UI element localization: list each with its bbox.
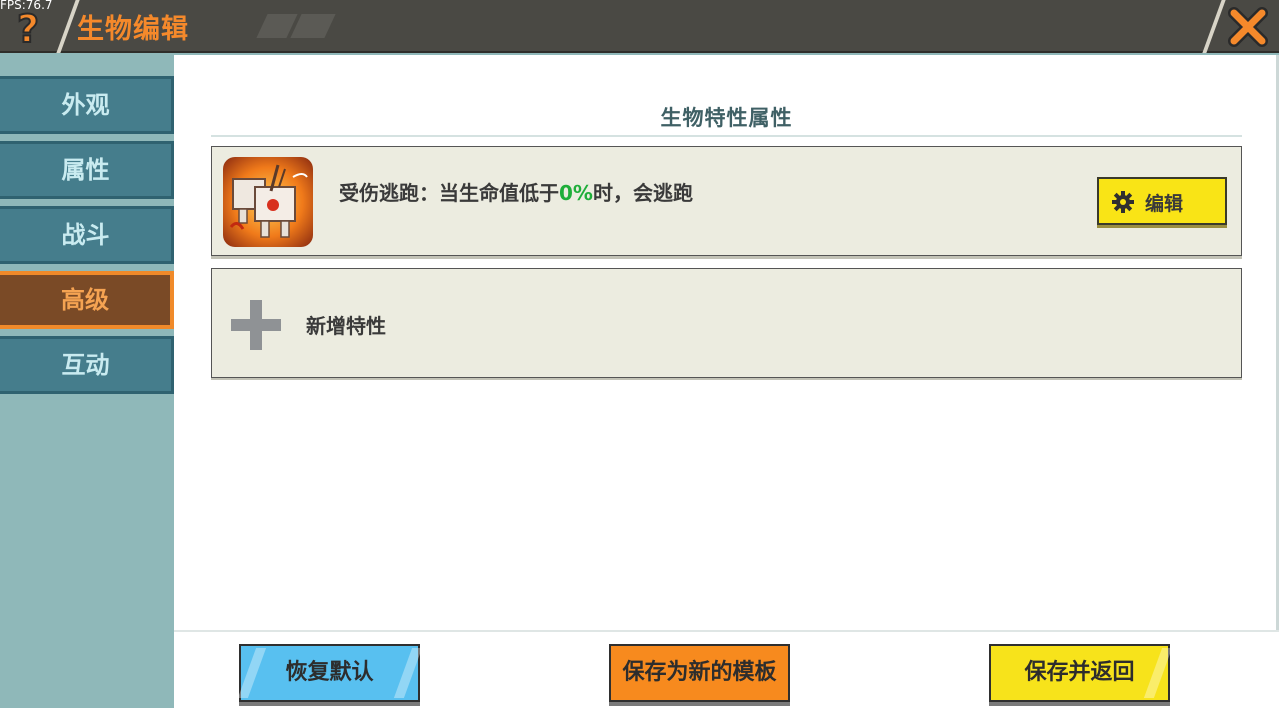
- close-button[interactable]: [1226, 5, 1270, 49]
- sidebar-item-combat[interactable]: 战斗: [0, 206, 174, 264]
- shine: [1143, 648, 1173, 698]
- help-button[interactable]: ?: [8, 6, 48, 52]
- plus-icon: [231, 319, 281, 331]
- page-title: 生物编辑: [77, 14, 189, 45]
- trait-health-threshold: 0%: [559, 181, 593, 205]
- divider: [1202, 0, 1226, 53]
- add-trait-label: 新增特性: [306, 314, 386, 338]
- reset-default-button[interactable]: 恢复默认: [237, 644, 423, 702]
- main-panel: 生物特性属性 受伤逃跑：当生命值低于0%时，会逃跑 编辑 新增特性: [174, 55, 1279, 630]
- trait-description: 受伤逃跑：当生命值低于0%时，会逃跑: [339, 177, 693, 206]
- question-mark-icon: ?: [16, 6, 40, 52]
- decoration: [290, 14, 336, 38]
- title-bar: FPS:76.7 ? 生物编辑: [0, 0, 1279, 53]
- trait-text-prefix: 受伤逃跑：当生命值低于: [339, 181, 559, 205]
- save-as-template-button[interactable]: 保存为新的模板: [609, 644, 790, 702]
- save-as-template-label: 保存为新的模板: [622, 660, 777, 685]
- footer-bar: 恢复默认 保存为新的模板 保存并返回: [174, 630, 1279, 708]
- divider: [211, 135, 1242, 137]
- section-title: 生物特性属性: [660, 106, 793, 130]
- add-trait-button[interactable]: 新增特性: [211, 268, 1242, 378]
- fleeing-creature-icon: [223, 157, 313, 247]
- save-and-return-button[interactable]: 保存并返回: [989, 644, 1173, 702]
- close-icon: [1228, 7, 1268, 47]
- trait-card: 受伤逃跑：当生命值低于0%时，会逃跑 编辑: [211, 146, 1242, 256]
- sidebar-item-appearance[interactable]: 外观: [0, 76, 174, 134]
- fps-counter: FPS:76.7: [0, 0, 53, 12]
- sidebar-item-advanced[interactable]: 高级: [0, 271, 174, 329]
- trait-text-suffix: 时，会逃跑: [592, 181, 693, 205]
- reset-default-label: 恢复默认: [285, 660, 374, 685]
- sidebar-item-attributes[interactable]: 属性: [0, 141, 174, 199]
- edit-button-label: 编辑: [1145, 193, 1184, 215]
- sidebar-item-interaction[interactable]: 互动: [0, 336, 174, 394]
- shine: [393, 648, 423, 698]
- sidebar: 外观 属性 战斗 高级 互动: [0, 55, 174, 708]
- svg-text:?: ?: [17, 7, 39, 50]
- edit-trait-button[interactable]: 编辑: [1097, 177, 1227, 225]
- shine: [237, 648, 267, 698]
- save-and-return-label: 保存并返回: [1024, 660, 1135, 685]
- gear-icon: [1112, 191, 1134, 213]
